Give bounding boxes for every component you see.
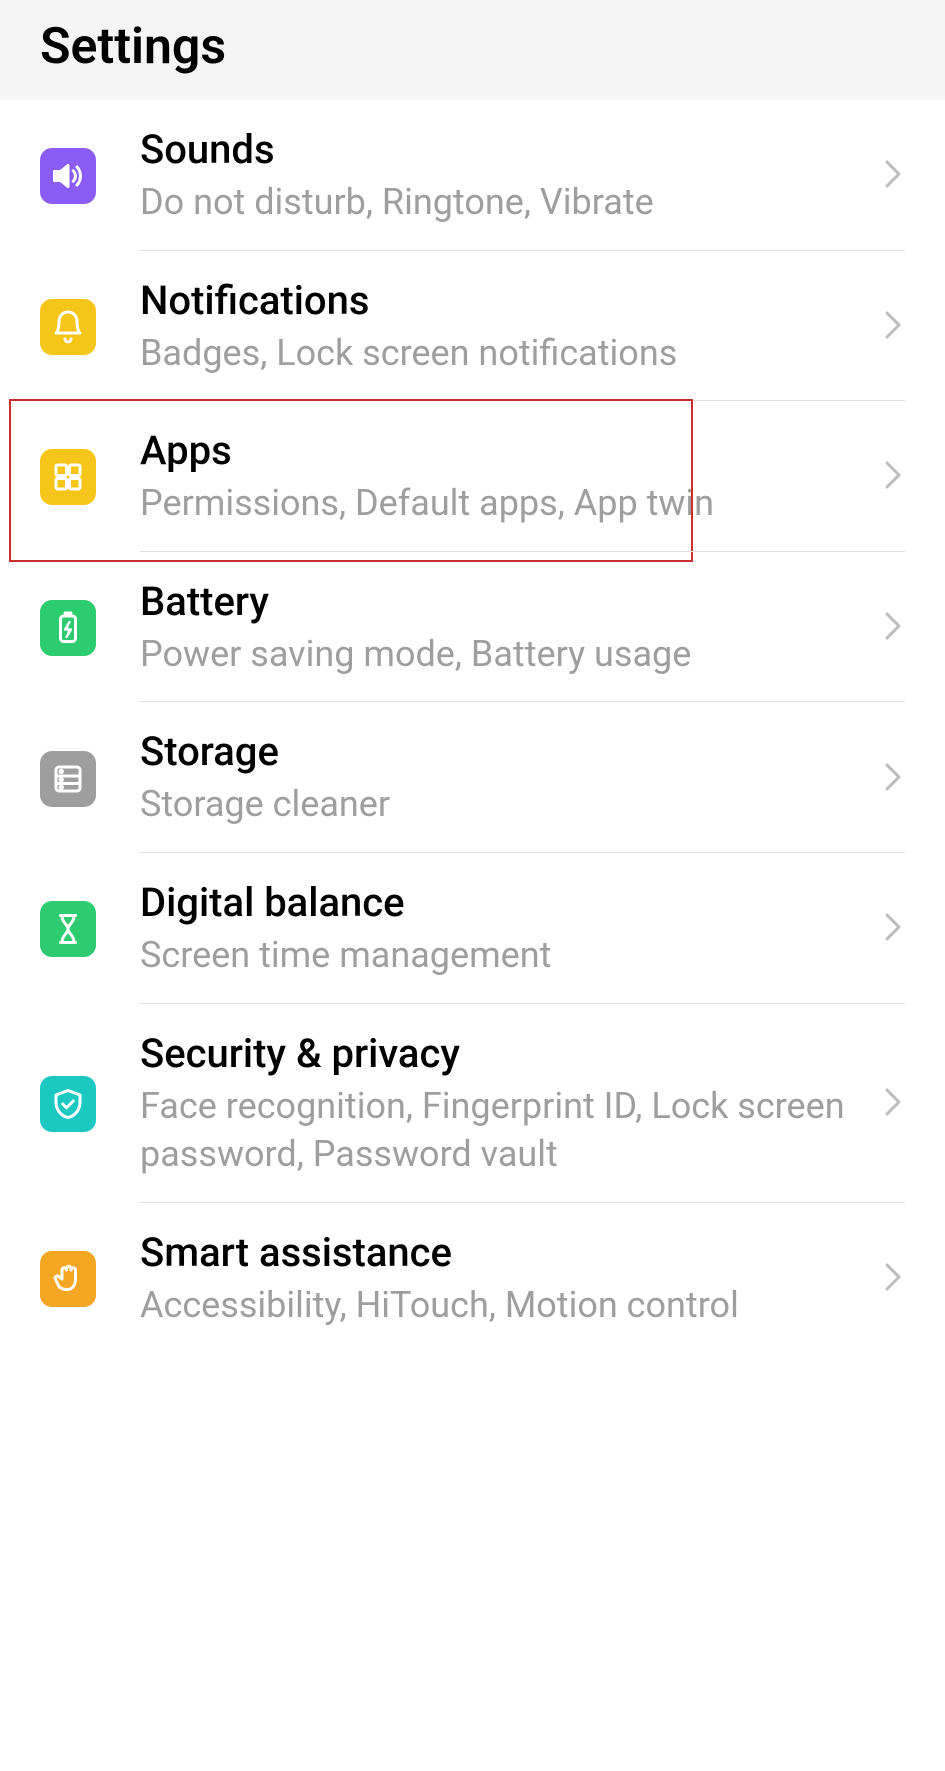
battery-icon [40,600,96,656]
item-subtitle: Storage cleaner [140,780,861,829]
chevron-right-icon [881,455,905,499]
item-text: Smart assistance Accessibility, HiTouch,… [140,1229,881,1330]
item-title: Storage [140,728,861,776]
item-subtitle: Accessibility, HiTouch, Motion control [140,1281,861,1330]
hourglass-icon [40,901,96,957]
item-title: Apps [140,427,861,475]
item-title: Sounds [140,126,861,174]
settings-item-storage[interactable]: Storage Storage cleaner [0,702,945,853]
item-title: Smart assistance [140,1229,861,1277]
chevron-right-icon [881,1082,905,1126]
item-title: Digital balance [140,879,861,927]
item-title: Battery [140,578,861,626]
item-subtitle: Do not disturb, Ringtone, Vibrate [140,178,861,227]
settings-item-battery[interactable]: Battery Power saving mode, Battery usage [0,552,945,703]
chevron-right-icon [881,907,905,951]
item-subtitle: Power saving mode, Battery usage [140,630,861,679]
storage-icon [40,751,96,807]
item-text: Apps Permissions, Default apps, App twin [140,427,881,528]
notifications-icon [40,299,96,355]
item-text: Battery Power saving mode, Battery usage [140,578,881,679]
chevron-right-icon [881,606,905,650]
page-header: Settings [0,0,945,100]
item-text: Storage Storage cleaner [140,728,881,829]
item-text: Notifications Badges, Lock screen notifi… [140,277,881,378]
item-text: Security & privacy Face recognition, Fin… [140,1030,881,1179]
settings-list: Sounds Do not disturb, Ringtone, Vibrate… [0,100,945,1353]
item-title: Security & privacy [140,1030,861,1078]
page-title: Settings [40,18,905,76]
item-subtitle: Screen time management [140,931,861,980]
shield-icon [40,1076,96,1132]
settings-item-sounds[interactable]: Sounds Do not disturb, Ringtone, Vibrate [0,100,945,251]
settings-item-security[interactable]: Security & privacy Face recognition, Fin… [0,1004,945,1203]
chevron-right-icon [881,1257,905,1301]
chevron-right-icon [881,305,905,349]
settings-item-notifications[interactable]: Notifications Badges, Lock screen notifi… [0,251,945,402]
item-text: Digital balance Screen time management [140,879,881,980]
item-text: Sounds Do not disturb, Ringtone, Vibrate [140,126,881,227]
item-subtitle: Badges, Lock screen notifications [140,329,861,378]
settings-item-smart-assistance[interactable]: Smart assistance Accessibility, HiTouch,… [0,1203,945,1354]
settings-item-digital-balance[interactable]: Digital balance Screen time management [0,853,945,1004]
settings-item-apps[interactable]: Apps Permissions, Default apps, App twin [0,401,945,552]
item-title: Notifications [140,277,861,325]
hand-icon [40,1251,96,1307]
apps-icon [40,449,96,505]
chevron-right-icon [881,154,905,198]
sounds-icon [40,148,96,204]
item-subtitle: Permissions, Default apps, App twin [140,479,861,528]
item-subtitle: Face recognition, Fingerprint ID, Lock s… [140,1082,861,1179]
chevron-right-icon [881,757,905,801]
